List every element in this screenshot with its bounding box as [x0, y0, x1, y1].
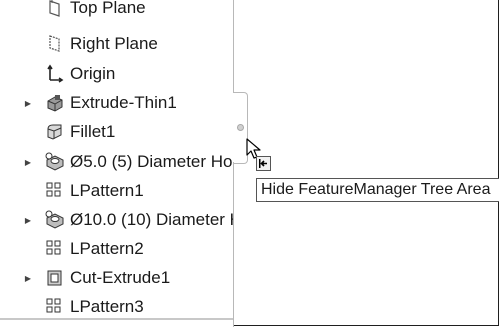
cut-extrude-icon — [45, 268, 64, 287]
tree-item-origin[interactable]: Origin — [0, 61, 233, 87]
tree-item-hole-5mm[interactable]: ▶ Ø5.0 (5) Diameter Hole1 — [0, 149, 233, 175]
hole-icon — [45, 152, 64, 171]
tree-item-label: Ø10.0 (10) Diameter Hole1 — [70, 210, 233, 229]
linear-pattern-icon — [45, 297, 64, 316]
tree-item-fillet1[interactable]: Fillet1 — [0, 119, 233, 145]
tooltip: Hide FeatureManager Tree Area — [256, 178, 499, 202]
tree-item-lpattern2[interactable]: LPattern2 — [0, 236, 233, 262]
tree-item-extrude-thin1[interactable]: ▶ Extrude-Thin1 — [0, 90, 233, 116]
tree-item-label: LPattern2 — [70, 239, 144, 258]
hide-tree-button[interactable] — [256, 156, 271, 171]
collapse-left-icon — [259, 159, 267, 168]
splitter-grip-icon[interactable] — [237, 124, 244, 131]
tree-item-hole-10mm[interactable]: ▶ Ø10.0 (10) Diameter Hole1 — [0, 207, 233, 233]
tree-item-cut-extrude1[interactable]: ▶ Cut-Extrude1 — [0, 265, 233, 291]
panel-splitter[interactable] — [233, 0, 234, 92]
tree-item-label: Extrude-Thin1 — [70, 93, 177, 112]
extrude-icon — [45, 93, 64, 112]
feature-manager-tree: Top Plane Right Plane Origin ▶ Extrude-T… — [0, 0, 233, 327]
fillet-icon — [45, 122, 64, 141]
plane-icon — [45, 34, 64, 53]
tree-item-lpattern1[interactable]: LPattern1 — [0, 178, 233, 204]
tree-bottom-divider — [0, 318, 233, 320]
tree-item-label: Fillet1 — [70, 122, 116, 141]
tree-item-label: Cut-Extrude1 — [70, 268, 171, 287]
expand-arrow-icon[interactable]: ▶ — [24, 90, 32, 116]
tree-item-label: Ø5.0 (5) Diameter Hole1 — [70, 152, 233, 171]
expand-arrow-icon[interactable]: ▶ — [24, 265, 32, 291]
expand-arrow-icon[interactable]: ▶ — [24, 149, 32, 175]
linear-pattern-icon — [45, 181, 64, 200]
tree-item-lpattern3[interactable]: LPattern3 — [0, 294, 233, 320]
expand-arrow-icon[interactable]: ▶ — [24, 207, 32, 233]
tree-item-label: LPattern3 — [70, 297, 144, 316]
plane-icon — [45, 0, 64, 18]
tree-item-label: Origin — [70, 64, 116, 83]
linear-pattern-icon — [45, 239, 64, 258]
panel-splitter-lower[interactable] — [233, 162, 234, 327]
tree-item-label: LPattern1 — [70, 181, 144, 200]
tree-item-right-plane[interactable]: Right Plane — [0, 31, 233, 57]
tree-item-label: Top Plane — [70, 0, 146, 17]
hole-icon — [45, 210, 64, 229]
tree-item-top-plane[interactable]: Top Plane — [0, 0, 233, 26]
origin-icon — [45, 64, 64, 83]
tree-item-label: Right Plane — [70, 34, 158, 53]
